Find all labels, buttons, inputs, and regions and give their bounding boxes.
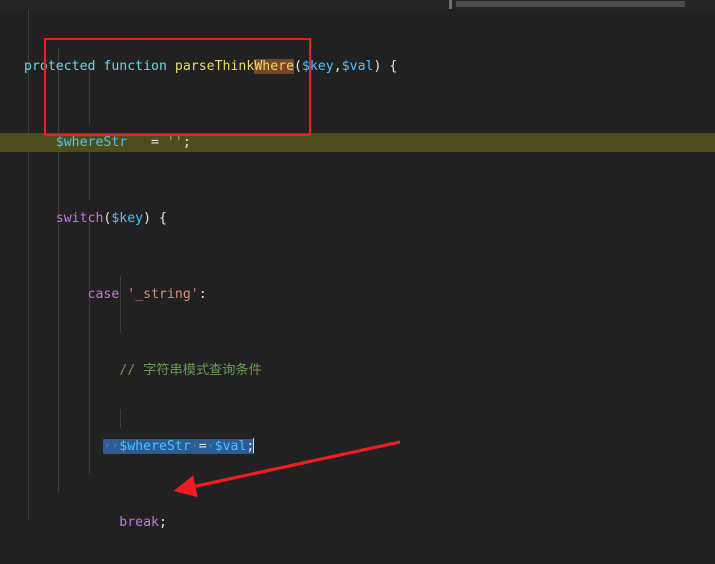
code-line[interactable]: case '_string': xyxy=(0,285,715,304)
code-line[interactable]: // 字符串模式查询条件 xyxy=(0,361,715,380)
code-content[interactable]: protected function parseThinkWhere($key,… xyxy=(0,0,715,564)
code-line[interactable]: break; xyxy=(0,513,715,532)
code-editor-pane[interactable]: protected function parseThinkWhere($key,… xyxy=(0,0,715,564)
code-line-selected[interactable]: ··$whereStr·=·$val; xyxy=(0,437,715,456)
code-line-current[interactable]: $whereStr = ''; xyxy=(0,133,715,152)
code-line[interactable]: switch($key) { xyxy=(0,209,715,228)
text-caret xyxy=(253,438,255,453)
code-line[interactable]: protected function parseThinkWhere($key,… xyxy=(0,57,715,76)
